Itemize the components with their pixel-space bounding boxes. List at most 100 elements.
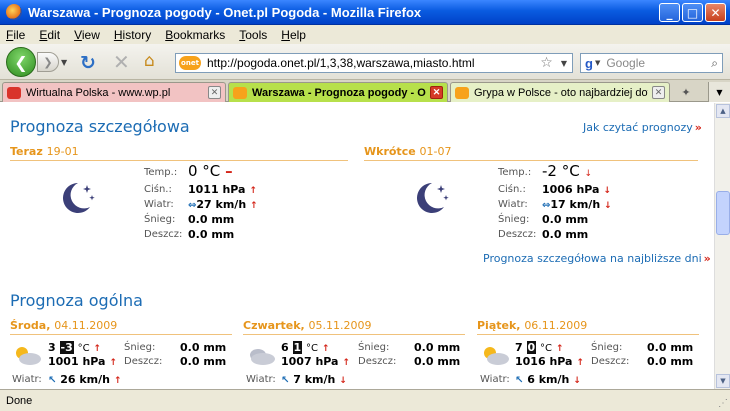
day-pressure: 1007 hPa ↑ bbox=[281, 355, 350, 368]
stop-icon[interactable]: ✕ bbox=[113, 50, 130, 74]
day-header: Środa, 04.11.2009 bbox=[10, 319, 232, 335]
scroll-thumb[interactable] bbox=[716, 191, 730, 235]
search-input[interactable]: Google bbox=[606, 56, 711, 70]
arrow-up-icon: ↑ bbox=[109, 358, 117, 368]
arrow-down-icon: ↓ bbox=[604, 201, 612, 211]
close-button[interactable]: ✕ bbox=[705, 3, 726, 22]
day-name: Piątek bbox=[477, 319, 517, 332]
arrow-down-icon: ↓ bbox=[339, 376, 347, 386]
sun-cloud-icon bbox=[16, 347, 41, 365]
url-dropdown-icon[interactable]: ▼ bbox=[561, 59, 567, 68]
day-snow: 0.0 mm bbox=[647, 341, 694, 354]
wind-value: 6 km/h bbox=[527, 373, 570, 386]
double-arrow-icon: » bbox=[703, 252, 711, 265]
soon-wind: ⇔17 km/h ↓ bbox=[542, 198, 612, 211]
tab-close-icon[interactable]: ✕ bbox=[208, 86, 221, 99]
now-pressure-value: 1011 hPa bbox=[188, 183, 246, 196]
scroll-up-icon[interactable]: ▲ bbox=[716, 104, 730, 118]
arrow-up-icon: ↑ bbox=[113, 376, 122, 386]
day-rain: 0.0 mm bbox=[647, 355, 694, 368]
menu-bookmarks[interactable]: Bookmarks bbox=[165, 28, 225, 42]
arrow-down-icon: ↓ bbox=[584, 169, 593, 179]
minimize-button[interactable]: _ bbox=[659, 3, 680, 22]
sun-cloud-icon bbox=[484, 347, 509, 365]
status-text: Done bbox=[6, 394, 33, 407]
tab-close-icon[interactable]: ✕ bbox=[652, 86, 665, 99]
menu-file[interactable]: File bbox=[6, 28, 25, 42]
pressure-label: Ciśn.: bbox=[498, 184, 526, 195]
wind-direction-icon: ↖ bbox=[281, 375, 290, 386]
day-date: 04.11.2009 bbox=[54, 319, 118, 332]
wind-direction-icon: ↖ bbox=[515, 375, 524, 386]
wind-label: Wiatr: bbox=[480, 374, 510, 385]
window-title: Warszawa - Prognoza pogody - Onet.pl Pog… bbox=[28, 4, 422, 20]
day-header: Piątek, 06.11.2009 bbox=[477, 319, 699, 335]
forward-button[interactable]: ❯ bbox=[37, 52, 59, 72]
trend-flat-icon: – bbox=[225, 162, 233, 180]
history-dropdown-icon[interactable]: ▼ bbox=[61, 58, 67, 67]
google-engine-icon[interactable]: g bbox=[585, 56, 593, 71]
menu-tools[interactable]: Tools bbox=[239, 28, 267, 42]
reload-icon[interactable]: ↻ bbox=[80, 52, 96, 74]
tab-label: Grypa w Polsce - oto najbardziej dotkni.… bbox=[474, 86, 648, 99]
now-title: Teraz bbox=[10, 145, 43, 158]
search-box[interactable]: g ▼ Google ⌕ bbox=[580, 53, 723, 73]
tab-close-icon[interactable]: ✕ bbox=[430, 86, 443, 99]
menu-history[interactable]: History bbox=[114, 28, 151, 42]
arrow-up-icon: ↑ bbox=[342, 358, 350, 368]
engine-dropdown-icon[interactable]: ▼ bbox=[595, 59, 600, 67]
general-heading: Prognoza ogólna bbox=[10, 291, 143, 310]
pressure-label: Ciśn.: bbox=[144, 184, 172, 195]
how-to-read-label: Jak czytać prognozy bbox=[583, 121, 693, 134]
day-wind: ↖ 6 km/h ↓ bbox=[515, 373, 581, 386]
soon-header: Wkrótce 01-07 bbox=[364, 145, 698, 161]
firefox-icon bbox=[6, 4, 22, 20]
snow-label: Śnieg: bbox=[144, 214, 176, 225]
day-temp: 3 bbox=[48, 341, 56, 354]
tab-wp[interactable]: Wirtualna Polska - www.wp.pl ✕ bbox=[2, 82, 226, 102]
night-temp: -3 bbox=[59, 341, 74, 354]
rain-label: Deszcz: bbox=[144, 229, 183, 240]
arrow-up-icon: ↑ bbox=[321, 344, 330, 354]
new-tab-icon[interactable]: ✦ bbox=[676, 84, 696, 100]
how-to-read-link[interactable]: Jak czytać prognozy» bbox=[583, 121, 702, 134]
day-temperature: 7 0 °C ↑ bbox=[515, 341, 563, 354]
day-pressure: 1016 hPa ↑ bbox=[515, 355, 584, 368]
soon-pressure-value: 1006 hPa bbox=[542, 183, 600, 196]
day-snow: 0.0 mm bbox=[414, 341, 461, 354]
more-days-link[interactable]: Prognoza szczegółowa na najbliższe dni» bbox=[483, 252, 711, 265]
maximize-button[interactable]: □ bbox=[682, 3, 703, 22]
day-name: Czwartek bbox=[243, 319, 301, 332]
tab-onet-flu[interactable]: Grypa w Polsce - oto najbardziej dotkni.… bbox=[450, 82, 670, 102]
menu-help[interactable]: Help bbox=[281, 28, 306, 42]
bookmark-star-icon[interactable]: ☆ bbox=[540, 55, 553, 71]
menu-view[interactable]: View bbox=[74, 28, 100, 42]
resize-grip-icon[interactable]: ⋰ bbox=[718, 398, 728, 409]
wind-value: 26 km/h bbox=[60, 373, 110, 386]
search-icon[interactable]: ⌕ bbox=[711, 56, 718, 71]
navigation-toolbar: ❮ ❯ ▼ ↻ ✕ ⌂ onet http://pogoda.onet.pl/1… bbox=[0, 44, 730, 80]
tab-list-dropdown-icon[interactable]: ▼ bbox=[708, 82, 730, 102]
address-input[interactable]: http://pogoda.onet.pl/1,3,38,warszawa,mi… bbox=[207, 56, 540, 70]
arrow-up-icon: ↑ bbox=[93, 344, 101, 354]
double-arrow-icon: » bbox=[694, 121, 702, 134]
soon-snow: 0.0 mm bbox=[542, 213, 589, 226]
tab-onet-weather[interactable]: Warszawa - Prognoza pogody - O... ✕ bbox=[228, 82, 448, 102]
arrow-up-icon: ↑ bbox=[555, 344, 564, 354]
back-button[interactable]: ❮ bbox=[6, 47, 36, 77]
more-days-label: Prognoza szczegółowa na najbliższe dni bbox=[483, 252, 702, 265]
scroll-down-icon[interactable]: ▼ bbox=[716, 374, 730, 388]
menu-edit[interactable]: Edit bbox=[39, 28, 60, 42]
detail-heading: Prognoza szczegółowa bbox=[10, 117, 190, 136]
arrow-down-icon: ↓ bbox=[603, 186, 611, 196]
address-bar[interactable]: onet http://pogoda.onet.pl/1,3,38,warsza… bbox=[175, 53, 573, 73]
snow-label: Śnieg: bbox=[358, 342, 390, 353]
now-wind-value: 27 km/h bbox=[196, 198, 247, 211]
arrow-down-icon: ↓ bbox=[573, 376, 581, 386]
tab-label: Warszawa - Prognoza pogody - O... bbox=[252, 86, 426, 99]
arrow-up-icon: ↑ bbox=[250, 201, 258, 211]
pressure-value: 1016 hPa bbox=[515, 355, 573, 368]
vertical-scrollbar[interactable]: ▲ ▼ bbox=[714, 103, 730, 389]
temp-label: Temp.: bbox=[498, 167, 532, 178]
home-icon[interactable]: ⌂ bbox=[144, 51, 155, 71]
